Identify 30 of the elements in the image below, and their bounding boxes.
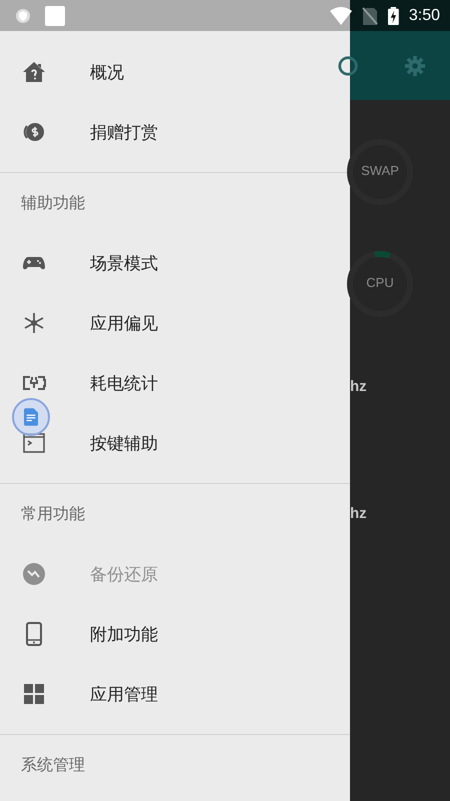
menu-item[interactable]: 附加功能	[0, 604, 350, 664]
menu-item[interactable]: 应用偏见	[0, 293, 350, 353]
battery-charging-icon	[388, 6, 399, 24]
snowflake-icon	[22, 311, 46, 335]
menu-item[interactable]: 按键辅助	[0, 413, 350, 473]
info-icon[interactable]	[337, 55, 359, 77]
document-icon	[24, 408, 38, 426]
ring-label: CPU	[365, 275, 395, 290]
menu-item[interactable]: 捐赠打赏	[0, 102, 350, 162]
shield-icon	[15, 8, 31, 24]
section-header: 辅助功能	[20, 192, 86, 214]
wifi-icon	[330, 6, 352, 24]
menu-item[interactable]: 场景模式	[0, 233, 350, 293]
menu-item[interactable]: 耗电统计	[0, 353, 350, 413]
section-header: 常用功能	[20, 502, 86, 524]
notification-icon	[45, 6, 65, 26]
clock: 3:50	[408, 6, 440, 24]
restore-icon	[22, 562, 46, 586]
section-header: 系统管理	[20, 754, 86, 776]
coin-icon	[22, 120, 46, 144]
menu-item[interactable]: 应用管理	[0, 664, 350, 724]
ring-label: SWAP	[360, 163, 400, 178]
frequency-reading: hz	[350, 505, 368, 522]
frequency-reading: hz	[350, 378, 368, 395]
no-sim-icon	[362, 6, 378, 24]
home-icon	[22, 60, 46, 84]
terminal-icon	[22, 431, 46, 455]
menu-item[interactable]: 概况	[0, 42, 350, 102]
grid-icon	[22, 682, 46, 706]
settings-icon[interactable]	[404, 55, 426, 77]
